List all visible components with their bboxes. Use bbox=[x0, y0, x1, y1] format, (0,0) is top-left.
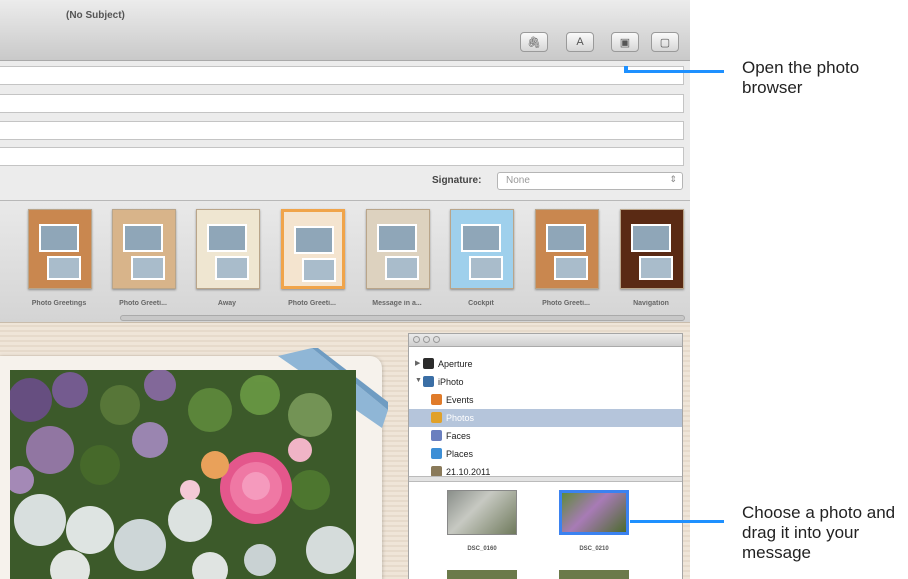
template-preview bbox=[294, 226, 334, 254]
source-list-label: iPhoto bbox=[438, 377, 464, 387]
template-preview bbox=[377, 224, 417, 252]
stationery-template[interactable] bbox=[281, 209, 345, 289]
stationery-button[interactable]: ▢ bbox=[651, 32, 679, 52]
signature-value: None bbox=[506, 175, 530, 186]
source-list-label: Events bbox=[446, 395, 474, 405]
source-list-label: Aperture bbox=[438, 359, 473, 369]
signature-select[interactable]: None ⇕ bbox=[497, 172, 683, 190]
fonts-icon: A bbox=[576, 36, 584, 48]
photo-browser-panel: ▶ Aperture ▼ iPhoto Events Photos Faces Places 2… bbox=[408, 333, 683, 579]
close-icon[interactable] bbox=[413, 336, 420, 343]
photo-thumbnail[interactable] bbox=[447, 570, 517, 579]
photo-browser-icon: ▣ bbox=[619, 36, 631, 49]
source-list-label: Photos bbox=[446, 413, 475, 423]
source-list: ▶ Aperture ▼ iPhoto Events Photos Faces Places 2… bbox=[409, 347, 682, 477]
source-icon bbox=[423, 376, 434, 387]
template-preview bbox=[631, 224, 671, 252]
template-preview bbox=[131, 256, 165, 280]
stationery-template-label: Photo Greetings bbox=[31, 300, 87, 307]
subject-field[interactable] bbox=[0, 147, 684, 166]
stationery-template[interactable] bbox=[620, 209, 684, 289]
photo-thumbnail-label: DSC_0160 bbox=[467, 546, 497, 552]
source-list-item[interactable]: Faces bbox=[409, 427, 682, 445]
source-list-item[interactable]: Events bbox=[409, 391, 682, 409]
photo-browser-titlebar bbox=[409, 334, 682, 347]
template-preview bbox=[461, 224, 501, 252]
source-icon bbox=[423, 358, 434, 369]
template-preview bbox=[123, 224, 163, 252]
callout-line-photo-browser bbox=[624, 70, 724, 73]
disclosure-closed-icon[interactable]: ▶ bbox=[415, 359, 420, 367]
stationery-pane: Photo Greetings Photo Greeti... Away Photo … bbox=[0, 200, 690, 323]
source-icon bbox=[431, 430, 442, 441]
select-arrows-icon: ⇕ bbox=[669, 174, 677, 184]
source-icon bbox=[431, 394, 442, 405]
stationery-template[interactable] bbox=[535, 209, 599, 289]
stationery-template[interactable] bbox=[366, 209, 430, 289]
source-icon bbox=[431, 412, 442, 423]
photo-thumbnail[interactable] bbox=[559, 570, 629, 579]
stationery-icon: ▢ bbox=[659, 36, 671, 49]
to-field[interactable] bbox=[0, 66, 684, 85]
stationery-template-label: Photo Greeti... bbox=[542, 300, 590, 307]
source-list-item[interactable]: Places bbox=[409, 445, 682, 463]
stationery-template[interactable] bbox=[28, 209, 92, 289]
signature-label: Signature: bbox=[432, 175, 482, 186]
attach-icon: 🖇 bbox=[527, 36, 541, 49]
window-title: (No Subject) bbox=[66, 10, 125, 21]
mail-window: (No Subject) 🖇 A ▣ ▢ Signature: None ⇕ P… bbox=[0, 0, 690, 579]
source-list-item[interactable]: ▶ Aperture bbox=[409, 355, 682, 373]
disclosure-open-icon[interactable]: ▼ bbox=[415, 377, 422, 384]
source-list-item[interactable]: Photos bbox=[409, 409, 682, 427]
stationery-template-label: Away bbox=[217, 300, 237, 307]
template-preview bbox=[546, 224, 586, 252]
source-list-item[interactable]: ▼ iPhoto bbox=[409, 373, 682, 391]
template-preview bbox=[207, 224, 247, 252]
source-icon bbox=[431, 448, 442, 459]
photo-thumbnail-label: DSC_0210 bbox=[579, 546, 609, 552]
callout-line-choose-photo bbox=[630, 520, 724, 523]
template-preview bbox=[385, 256, 419, 280]
template-preview bbox=[639, 256, 673, 280]
callout-photo-browser: Open the photo browser bbox=[742, 58, 860, 97]
photo-thumbnail[interactable] bbox=[559, 490, 629, 535]
template-preview bbox=[469, 256, 503, 280]
minimize-icon[interactable] bbox=[423, 336, 430, 343]
photo-thumbnail[interactable] bbox=[447, 490, 517, 535]
template-preview bbox=[215, 256, 249, 280]
fonts-button[interactable]: A bbox=[566, 32, 594, 52]
template-preview bbox=[554, 256, 588, 280]
stationery-template-label: Cockpit bbox=[468, 300, 494, 307]
stationery-template-label: Navigation bbox=[633, 300, 669, 307]
toolbar: (No Subject) 🖇 A ▣ ▢ bbox=[0, 0, 690, 61]
attach-button[interactable]: 🖇 bbox=[520, 32, 548, 52]
source-list-label: Faces bbox=[446, 431, 471, 441]
message-photo[interactable] bbox=[10, 370, 356, 579]
stationery-template[interactable] bbox=[112, 209, 176, 289]
photo-browser-button[interactable]: ▣ bbox=[611, 32, 639, 52]
stationery-template-label: Photo Greeti... bbox=[119, 300, 167, 307]
bcc-field[interactable] bbox=[0, 121, 684, 140]
source-list-label: Places bbox=[446, 449, 474, 459]
stationery-template[interactable] bbox=[196, 209, 260, 289]
stationery-scrollbar[interactable] bbox=[120, 315, 685, 321]
template-preview bbox=[302, 258, 336, 282]
template-preview bbox=[39, 224, 79, 252]
stationery-template-label: Photo Greeti... bbox=[288, 300, 336, 307]
cc-field[interactable] bbox=[0, 94, 684, 113]
template-preview bbox=[47, 256, 81, 280]
stationery-template-label: Message in a... bbox=[372, 300, 422, 307]
callout-choose-photo: Choose a photo and drag it into your mes… bbox=[742, 503, 896, 562]
zoom-icon[interactable] bbox=[433, 336, 440, 343]
photo-grid: DSC_0160 DSC_0210 bbox=[409, 482, 682, 579]
stationery-template[interactable] bbox=[450, 209, 514, 289]
